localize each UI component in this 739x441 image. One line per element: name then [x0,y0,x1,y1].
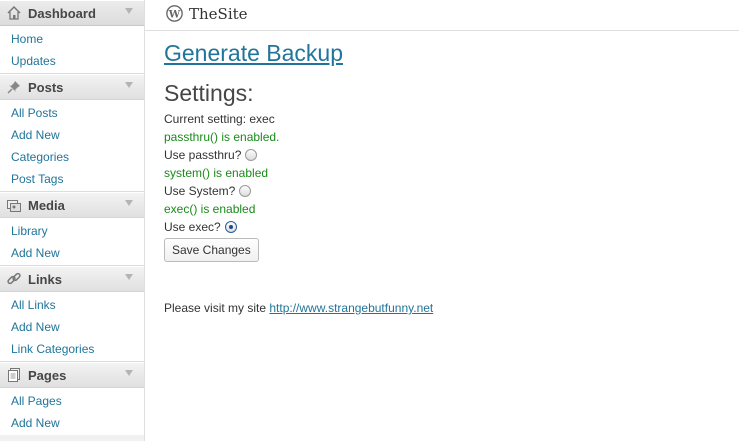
passthru-radio[interactable] [245,149,258,161]
submenu-item-all-links[interactable]: All Links [0,294,144,316]
collapse-arrow-icon[interactable] [125,274,133,280]
menu-pages-label: Pages [28,367,67,383]
system-radio[interactable] [239,185,252,197]
exec-option-row: Use exec? [164,218,739,236]
passthru-option-row: Use passthru? [164,146,739,164]
submenu-posts: All Posts Add New Categories Post Tags [0,100,144,192]
collapse-arrow-icon[interactable] [125,8,133,14]
submenu-item-all-pages[interactable]: All Pages [0,390,144,412]
menu-media-label: Media [28,197,65,213]
settings-heading: Settings: [164,80,254,106]
passthru-status: passthru() is enabled. [164,130,280,144]
menu-dashboard[interactable]: Dashboard [0,0,144,26]
visit-site-text: Please visit my site [164,301,267,315]
menu-pages[interactable]: Pages [0,362,144,388]
collapse-arrow-icon[interactable] [125,370,133,376]
system-option-label: Use System? [164,184,236,198]
passthru-option-label: Use passthru? [164,148,242,162]
menu-media[interactable]: Media [0,192,144,218]
submenu-item-categories[interactable]: Categories [0,146,144,168]
submenu-media: Library Add New [0,218,144,266]
exec-status: exec() is enabled [164,202,256,216]
generate-backup-link[interactable]: Generate Backup [164,40,343,67]
wordpress-logo-icon[interactable]: W [166,5,183,22]
submenu-links: All Links Add New Link Categories [0,292,144,362]
save-changes-button[interactable]: Save Changes [164,238,259,262]
system-option-row: Use System? [164,182,739,200]
submenu-item-add-new-post[interactable]: Add New [0,124,144,146]
menu-posts[interactable]: Posts [0,74,144,100]
media-icon [7,200,21,212]
submenu-item-updates[interactable]: Updates [0,50,144,72]
menu-links-label: Links [28,271,62,287]
pushpin-icon [7,81,20,94]
site-header: W TheSite [145,0,739,31]
submenu-item-add-new-media[interactable]: Add New [0,242,144,264]
menu-posts-label: Posts [28,79,64,95]
submenu-item-all-posts[interactable]: All Posts [0,102,144,124]
submenu-pages: All Pages Add New [0,388,144,435]
submenu-dashboard: Home Updates [0,26,144,74]
site-url-link[interactable]: http://www.strangebutfunny.net [269,301,433,315]
svg-text:W: W [168,8,181,20]
collapse-arrow-icon[interactable] [125,200,133,206]
chain-link-icon [7,272,21,285]
current-setting-text: Current setting: exec [164,112,275,126]
exec-option-label: Use exec? [164,220,221,234]
admin-sidebar: Dashboard Home Updates Posts All Posts A… [0,0,145,441]
menu-dashboard-label: Dashboard [28,5,96,21]
submenu-item-home[interactable]: Home [0,28,144,50]
visit-site-line: Please visit my site http://www.strangeb… [164,301,739,315]
submenu-item-add-new-link[interactable]: Add New [0,316,144,338]
home-icon [7,5,21,20]
submenu-item-add-new-page[interactable]: Add New [0,412,144,434]
collapse-arrow-icon[interactable] [125,82,133,88]
main-content: Generate Backup Settings: Current settin… [164,40,739,315]
submenu-item-link-categories[interactable]: Link Categories [0,338,144,360]
submenu-item-post-tags[interactable]: Post Tags [0,168,144,190]
system-status: system() is enabled [164,166,269,180]
site-title[interactable]: TheSite [189,5,248,23]
submenu-item-library[interactable]: Library [0,220,144,242]
exec-radio[interactable] [224,221,237,233]
pages-icon [8,368,20,382]
menu-links[interactable]: Links [0,266,144,292]
